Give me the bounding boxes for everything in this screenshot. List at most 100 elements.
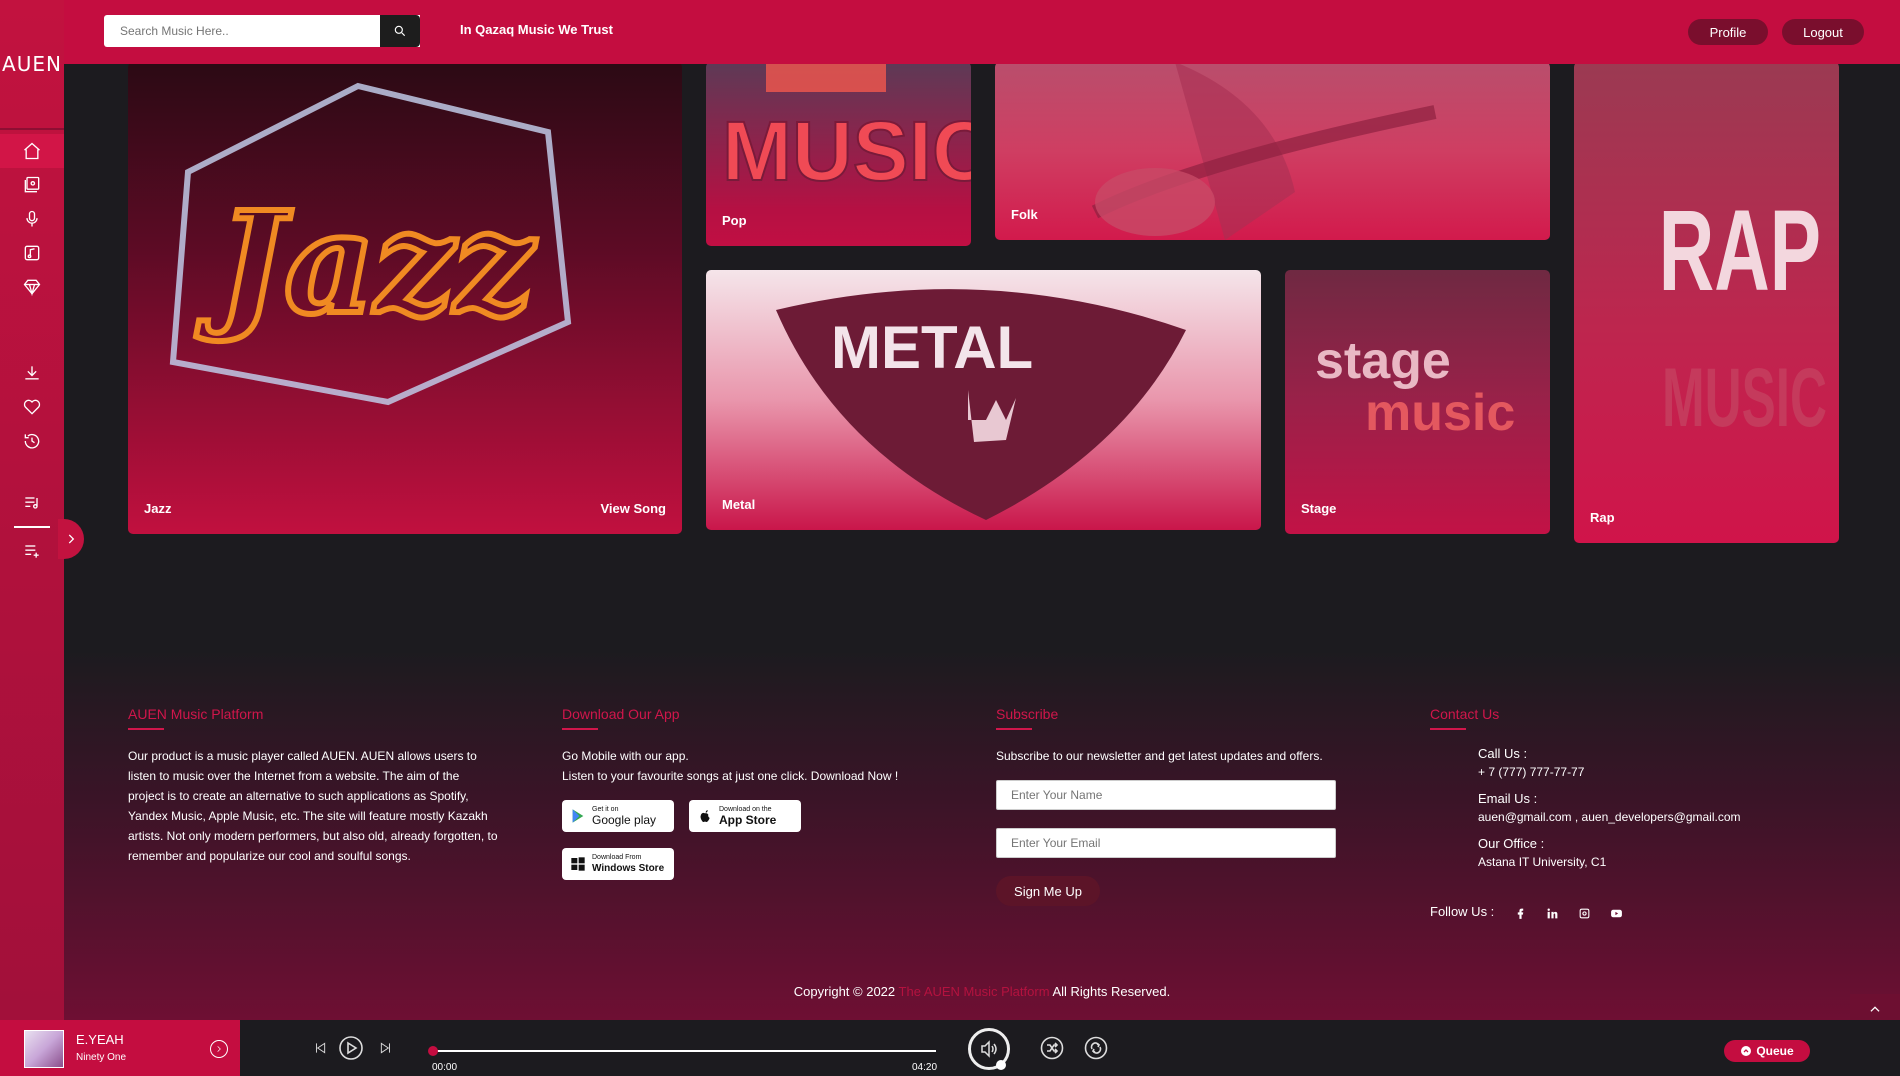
instagram-link[interactable] <box>1574 903 1594 923</box>
progress-knob[interactable] <box>428 1046 438 1056</box>
logout-button[interactable]: Logout <box>1782 19 1864 45</box>
skip-back-icon <box>316 1042 326 1054</box>
pop-art-text: MUSIC <box>722 104 971 198</box>
profile-button[interactable]: Profile <box>1688 19 1768 45</box>
sidebar: AUEN <box>0 0 64 1076</box>
genre-card-folk[interactable]: Folk <box>995 62 1550 240</box>
genre-label: Stage <box>1301 501 1337 516</box>
sidebar-toggle-button[interactable] <box>58 519 84 559</box>
sidebar-item-artists[interactable] <box>0 202 64 236</box>
google-play-icon <box>572 809 584 823</box>
genre-card-rap[interactable]: RAP MUSIC Rap <box>1574 62 1839 543</box>
windows-icon <box>571 857 585 871</box>
facebook-link[interactable] <box>1510 903 1530 923</box>
sign-up-button[interactable]: Sign Me Up <box>996 876 1100 906</box>
repeat-button[interactable] <box>1084 1036 1108 1060</box>
sidebar-item-home[interactable] <box>0 134 64 168</box>
title-underline <box>128 728 164 730</box>
download-icon <box>25 366 39 380</box>
office-value: Astana IT University, C1 <box>1478 855 1607 869</box>
footer-download-title: Download Our App <box>562 706 680 722</box>
sidebar-item-favorites[interactable] <box>0 390 64 424</box>
metal-art-text: METAL <box>831 314 1033 381</box>
albums-icon <box>24 176 40 193</box>
google-play-button[interactable]: Get it on Google play <box>562 800 674 832</box>
google-play-big: Google play <box>592 812 657 827</box>
search-button[interactable] <box>380 15 420 47</box>
windows-store-button[interactable]: Download From Windows Store <box>562 848 674 880</box>
sidebar-item-add-playlist[interactable] <box>0 534 64 568</box>
sidebar-item-albums[interactable] <box>0 168 64 202</box>
linkedin-link[interactable] <box>1542 903 1562 923</box>
top-header: In Qazaq Music We Trust Profile Logout <box>64 0 1900 64</box>
office-label: Our Office : <box>1478 836 1545 851</box>
sidebar-item-history[interactable] <box>0 424 64 458</box>
follow-label: Follow Us : <box>1430 904 1495 919</box>
footer-download-line2: Listen to your favourite songs at just o… <box>562 769 899 783</box>
subscribe-email-input[interactable] <box>996 828 1336 858</box>
queue-button[interactable]: Queue <box>1724 1040 1810 1062</box>
stage-art-text-2: music <box>1365 384 1515 442</box>
track-artist: Ninety One <box>76 1052 127 1063</box>
call-value[interactable]: + 7 (777) 777-77-77 <box>1478 765 1850 779</box>
copyright-suffix: All Rights Reserved. <box>1052 984 1171 999</box>
genre-card-stage[interactable]: stage music Stage <box>1285 270 1550 534</box>
app-logo[interactable]: AUEN <box>0 0 64 128</box>
microphone-icon <box>26 210 38 227</box>
volume-knob[interactable] <box>996 1060 1006 1070</box>
footer-download-line1: Go Mobile with our app. <box>562 749 689 763</box>
view-song-link[interactable]: View Song <box>601 501 667 516</box>
previous-button[interactable] <box>310 1038 330 1058</box>
email-value[interactable]: auen@gmail.com , auen_developers@gmail.c… <box>1478 810 1850 824</box>
play-button[interactable] <box>338 1035 364 1061</box>
youtube-icon <box>1610 909 1622 917</box>
chevron-up-icon <box>1870 1006 1880 1012</box>
progress-bar[interactable] <box>432 1050 936 1052</box>
expand-player-button[interactable] <box>210 1040 228 1058</box>
youtube-link[interactable] <box>1606 903 1626 923</box>
app-store-button[interactable]: Download on the App Store <box>689 800 801 832</box>
copyright: Copyright © 2022 The AUEN Music Platform… <box>64 984 1900 999</box>
add-playlist-icon <box>25 545 39 558</box>
footer-contact: Contact Us Call Us : + 7 (777) 777-77-77… <box>1430 706 1850 869</box>
next-button[interactable] <box>376 1038 396 1058</box>
sidebar-item-premium[interactable] <box>0 270 64 304</box>
stage-art-text-1: stage <box>1315 332 1451 390</box>
chevron-right-icon <box>68 534 75 544</box>
sidebar-item-genres[interactable] <box>0 236 64 270</box>
header-tagline: In Qazaq Music We Trust <box>460 22 613 37</box>
queue-label: Queue <box>1756 1044 1794 1058</box>
genre-card-jazz[interactable]: Jazz Jazz View Song <box>128 62 682 534</box>
footer-about-text: Our product is a music player called AUE… <box>128 749 498 863</box>
footer-contact-title: Contact Us <box>1430 706 1500 722</box>
sidebar-item-playlists[interactable] <box>0 486 64 520</box>
title-underline <box>562 728 598 730</box>
genre-label: Metal <box>722 497 756 512</box>
current-time: 00:00 <box>432 1062 458 1073</box>
footer-subscribe: Subscribe Subscribe to our newsletter an… <box>996 706 1396 766</box>
genre-label: Rap <box>1590 510 1615 525</box>
repeat-icon <box>1084 1036 1108 1060</box>
footer-subscribe-title: Subscribe <box>996 706 1059 722</box>
jazz-neon-art: Jazz <box>169 82 572 406</box>
sidebar-item-downloads[interactable] <box>0 356 64 390</box>
sidebar-divider <box>0 128 64 130</box>
sidebar-divider <box>14 526 50 528</box>
footer-about-title: AUEN Music Platform <box>128 706 264 722</box>
stage-music-art: stage music <box>1315 332 1515 442</box>
copyright-link[interactable]: The AUEN Music Platform <box>899 984 1050 999</box>
footer-about: AUEN Music Platform Our product is a mus… <box>128 706 498 866</box>
shuffle-button[interactable] <box>1040 1036 1064 1060</box>
genre-card-pop[interactable]: MUSIC Pop <box>706 62 971 246</box>
copyright-prefix: Copyright © 2022 <box>793 984 896 999</box>
play-icon <box>339 1036 363 1060</box>
shuffle-icon <box>1040 1036 1064 1060</box>
total-duration: 04:20 <box>912 1062 938 1073</box>
search-icon <box>394 25 406 37</box>
track-title: E.YEAH <box>76 1032 124 1047</box>
subscribe-name-input[interactable] <box>996 780 1336 810</box>
genre-card-metal[interactable]: METAL Metal <box>706 270 1261 530</box>
email-label: Email Us : <box>1478 791 1538 806</box>
search-input[interactable] <box>104 15 420 47</box>
now-playing[interactable]: E.YEAH Ninety One <box>0 1020 240 1076</box>
